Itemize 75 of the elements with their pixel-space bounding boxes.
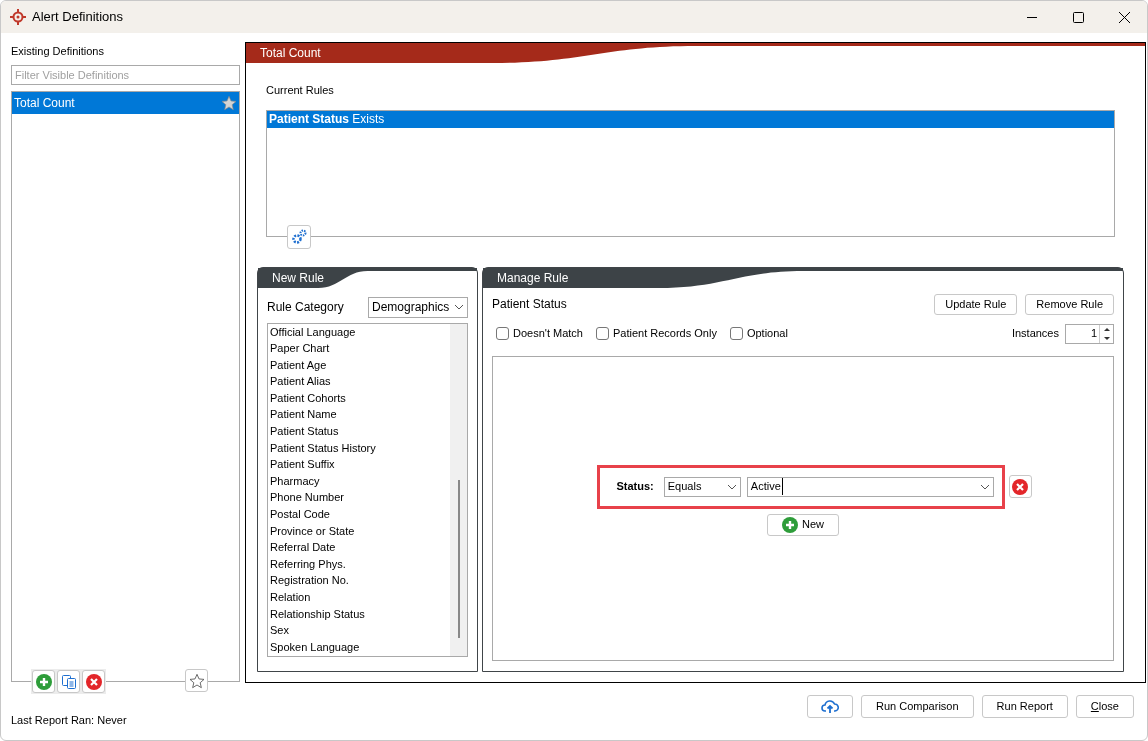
copy-icon [60, 673, 77, 690]
category-item[interactable]: Relationship Status [270, 605, 365, 623]
field-label: Instances [1011, 326, 1059, 342]
window-title: Alert Definitions [32, 8, 124, 27]
plus-icon [782, 516, 798, 533]
star-icon[interactable] [221, 95, 237, 111]
rule-action-button[interactable]: Update Rule [934, 293, 1018, 315]
delete-button[interactable] [82, 670, 105, 693]
panel-header: Manage Rule [483, 267, 1123, 288]
category-item[interactable]: Province or State [270, 522, 355, 540]
add-button[interactable] [32, 670, 55, 693]
footer-button[interactable]: Run Report [981, 695, 1068, 718]
checkbox-label: Doesn't Match [513, 326, 583, 342]
category-item[interactable]: Referring Phys. [270, 555, 346, 573]
category-item[interactable]: Patient Age [270, 356, 327, 374]
chevron-down-icon [726, 483, 737, 490]
category-item[interactable]: Referral Date [270, 539, 336, 556]
category-item[interactable]: Patient Cohorts [270, 389, 346, 407]
scrollbar[interactable] [450, 323, 467, 656]
close-icon [1118, 11, 1130, 23]
rule-name: Patient Status [492, 296, 568, 313]
star-icon [188, 672, 205, 689]
footer-button[interactable]: Close [1075, 695, 1134, 718]
instances-spinner[interactable]: 1 [1065, 323, 1114, 344]
chevron-down-icon [979, 483, 990, 490]
field-label: Status: [616, 479, 654, 495]
panel-header: Total Count [246, 43, 1145, 63]
checkbox[interactable] [496, 327, 509, 340]
close-icon [85, 673, 102, 690]
category-item[interactable]: Patient Alias [270, 373, 331, 390]
category-item[interactable]: Registration No. [270, 572, 349, 589]
cloud-upload-icon [821, 699, 840, 714]
category-item[interactable]: Phone Number [270, 489, 344, 507]
category-item[interactable]: Sex [270, 622, 289, 639]
checkbox-label: Patient Records Only [612, 326, 717, 342]
settings-button[interactable] [287, 224, 311, 249]
checkbox[interactable] [595, 327, 609, 340]
chevron-down-icon [454, 304, 464, 310]
filter-field[interactable]: Filter Visible Definitions [11, 65, 240, 85]
favorite-button[interactable] [185, 669, 208, 692]
section-heading: Current Rules [266, 83, 335, 98]
category-item[interactable]: Patient Name [270, 406, 337, 424]
category-item[interactable]: Patient Status History [270, 439, 376, 457]
category-item[interactable]: Paper Chart [270, 340, 330, 357]
rule-item[interactable]: Patient Status Exists [267, 110, 1114, 128]
field-label: Rule Category [267, 299, 345, 316]
category-dropdown[interactable]: Demographics [368, 296, 468, 318]
minimize-icon [1027, 16, 1037, 18]
close-icon [1012, 478, 1028, 495]
plus-icon [35, 673, 52, 690]
checkbox[interactable] [729, 327, 743, 340]
scrollbar-thumb[interactable] [457, 479, 460, 638]
operator-dropdown[interactable]: Equals [663, 476, 741, 497]
category-item[interactable]: Patient Suffix [270, 456, 335, 473]
category-item[interactable]: Relation [270, 589, 311, 606]
remove-condition-button[interactable] [1008, 475, 1032, 498]
footer-button[interactable]: Run Comparison [861, 695, 974, 718]
category-item[interactable]: Official Language [270, 323, 356, 341]
category-item[interactable]: Pharmacy [270, 472, 320, 490]
definition-item[interactable]: Total Count [12, 92, 239, 114]
rule-action-button[interactable]: Remove Rule [1025, 293, 1114, 315]
value-combobox[interactable]: Active [746, 476, 994, 497]
checkbox-label: Optional [746, 326, 788, 342]
section-heading: Existing Definitions [11, 44, 105, 58]
category-item[interactable]: Spoken Language [270, 638, 360, 656]
panel-header: New Rule [258, 267, 477, 288]
gears-icon [291, 228, 307, 245]
maximize-icon [1072, 11, 1084, 23]
crosshair-logo-icon [10, 9, 26, 25]
new-condition-button[interactable]: New [767, 513, 839, 536]
category-item[interactable]: Postal Code [270, 506, 330, 523]
copy-button[interactable] [57, 670, 80, 693]
upload-button[interactable] [807, 695, 854, 718]
category-item[interactable]: Patient Status [270, 423, 339, 440]
last-report-text: Last Report Ran: Never [11, 713, 128, 728]
